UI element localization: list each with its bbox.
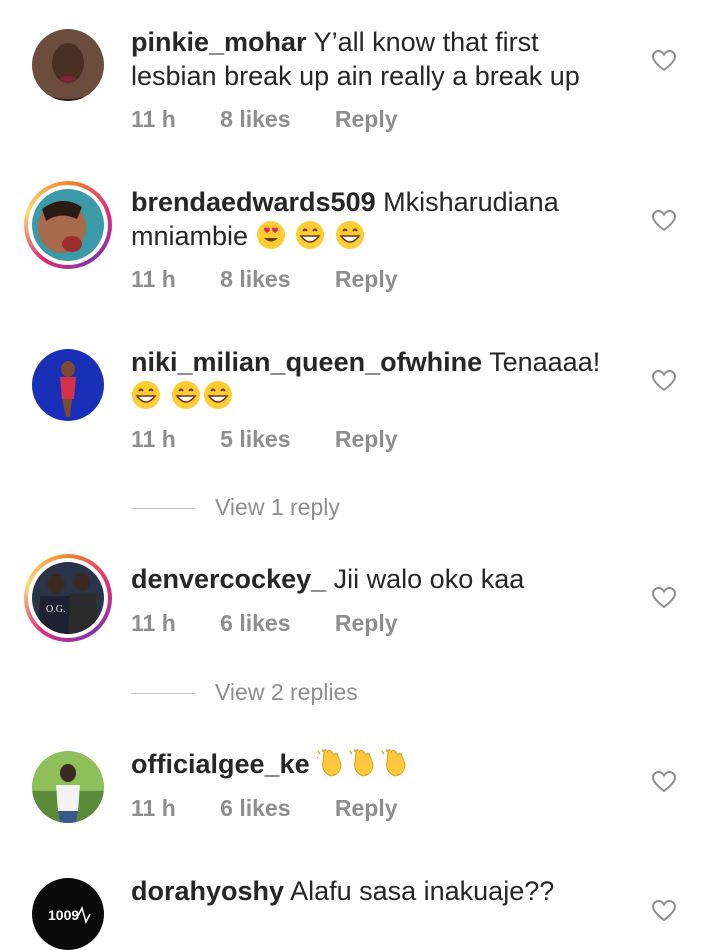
heart-icon[interactable] — [652, 370, 676, 392]
divider-line — [131, 508, 195, 510]
comment-body: Alafu sasa inakuaje?? — [290, 876, 555, 906]
username[interactable]: brendaedwards509 — [131, 187, 376, 217]
heart-icon[interactable] — [652, 900, 676, 922]
view-replies-button[interactable]: View 1 reply — [131, 494, 340, 521]
likes-count[interactable]: 6 likes — [220, 610, 290, 636]
comment-text: niki_milian_queen_ofwhine Tenaaaa! — [131, 345, 631, 413]
divider-line — [131, 693, 195, 695]
timestamp: 11 h — [131, 610, 176, 636]
story-ring[interactable] — [24, 181, 112, 269]
reply-button[interactable]: Reply — [335, 426, 398, 452]
avatar[interactable] — [32, 349, 104, 421]
comment-text: dorahyoshy Alafu sasa inakuaje?? — [131, 874, 631, 908]
view-replies-button[interactable]: View 2 replies — [131, 679, 358, 706]
reply-button[interactable]: Reply — [335, 266, 398, 292]
comment-body: Jii walo oko kaa — [333, 564, 525, 594]
likes-count[interactable]: 6 likes — [220, 795, 290, 821]
username[interactable]: dorahyoshy — [131, 876, 284, 906]
grin-emoji — [335, 221, 364, 249]
comment-meta: 11 h 6 likes Reply — [131, 610, 436, 637]
avatar[interactable] — [32, 751, 104, 823]
comment-body: Tenaaaa! — [489, 347, 601, 377]
timestamp: 11 h — [131, 266, 176, 292]
view-replies-label[interactable]: View 2 replies — [215, 679, 358, 705]
heart-icon[interactable] — [652, 210, 676, 232]
timestamp: 11 h — [131, 106, 176, 132]
grin-emoji — [203, 381, 232, 409]
comment-meta: 11 h 8 likes Reply — [131, 266, 436, 293]
username[interactable]: officialgee_ke — [131, 749, 310, 779]
comment-text: denvercockey_ Jii walo oko kaa — [131, 562, 631, 596]
heart-icon[interactable] — [652, 50, 676, 72]
avatar[interactable]: 1009 — [32, 878, 104, 950]
likes-count[interactable]: 8 likes — [220, 266, 290, 292]
username[interactable]: niki_milian_queen_ofwhine — [131, 347, 482, 377]
comment-text: officialgee_ke — [131, 747, 631, 781]
clap-emoji — [381, 749, 406, 777]
timestamp: 11 h — [131, 426, 176, 452]
heart-icon[interactable] — [652, 771, 676, 793]
clap-emoji — [317, 749, 342, 777]
avatar: O.G. — [32, 562, 104, 634]
reply-button[interactable]: Reply — [335, 610, 398, 636]
username[interactable]: denvercockey_ — [131, 564, 326, 594]
grin-emoji — [296, 221, 325, 249]
comment-meta: 11 h 5 likes Reply — [131, 426, 436, 453]
likes-count[interactable]: 8 likes — [220, 106, 290, 132]
avatar-text: O.G. — [46, 604, 65, 615]
comment-text: brendaedwards509 Mkisharudiana mniambie — [131, 185, 631, 253]
avatar — [32, 189, 104, 261]
timestamp: 11 h — [131, 795, 176, 821]
heart-icon[interactable] — [652, 587, 676, 609]
likes-count[interactable]: 5 likes — [220, 426, 290, 452]
avatar[interactable] — [32, 29, 104, 101]
username[interactable]: pinkie_mohar — [131, 27, 307, 57]
grin-emoji — [132, 381, 160, 409]
view-replies-label[interactable]: View 1 reply — [215, 494, 340, 520]
avatar-text: 1009 — [48, 907, 79, 923]
reply-button[interactable]: Reply — [335, 795, 398, 821]
heart-eyes-emoji — [256, 221, 285, 249]
comment-meta: 11 h 6 likes Reply — [131, 795, 436, 822]
comment-text: pinkie_mohar Y’all know that first lesbi… — [131, 25, 631, 93]
story-ring[interactable]: O.G. — [24, 554, 112, 642]
grin-emoji — [171, 381, 200, 409]
comment-meta: 11 h 8 likes Reply — [131, 106, 436, 133]
clap-emoji — [349, 749, 374, 777]
reply-button[interactable]: Reply — [335, 106, 398, 132]
